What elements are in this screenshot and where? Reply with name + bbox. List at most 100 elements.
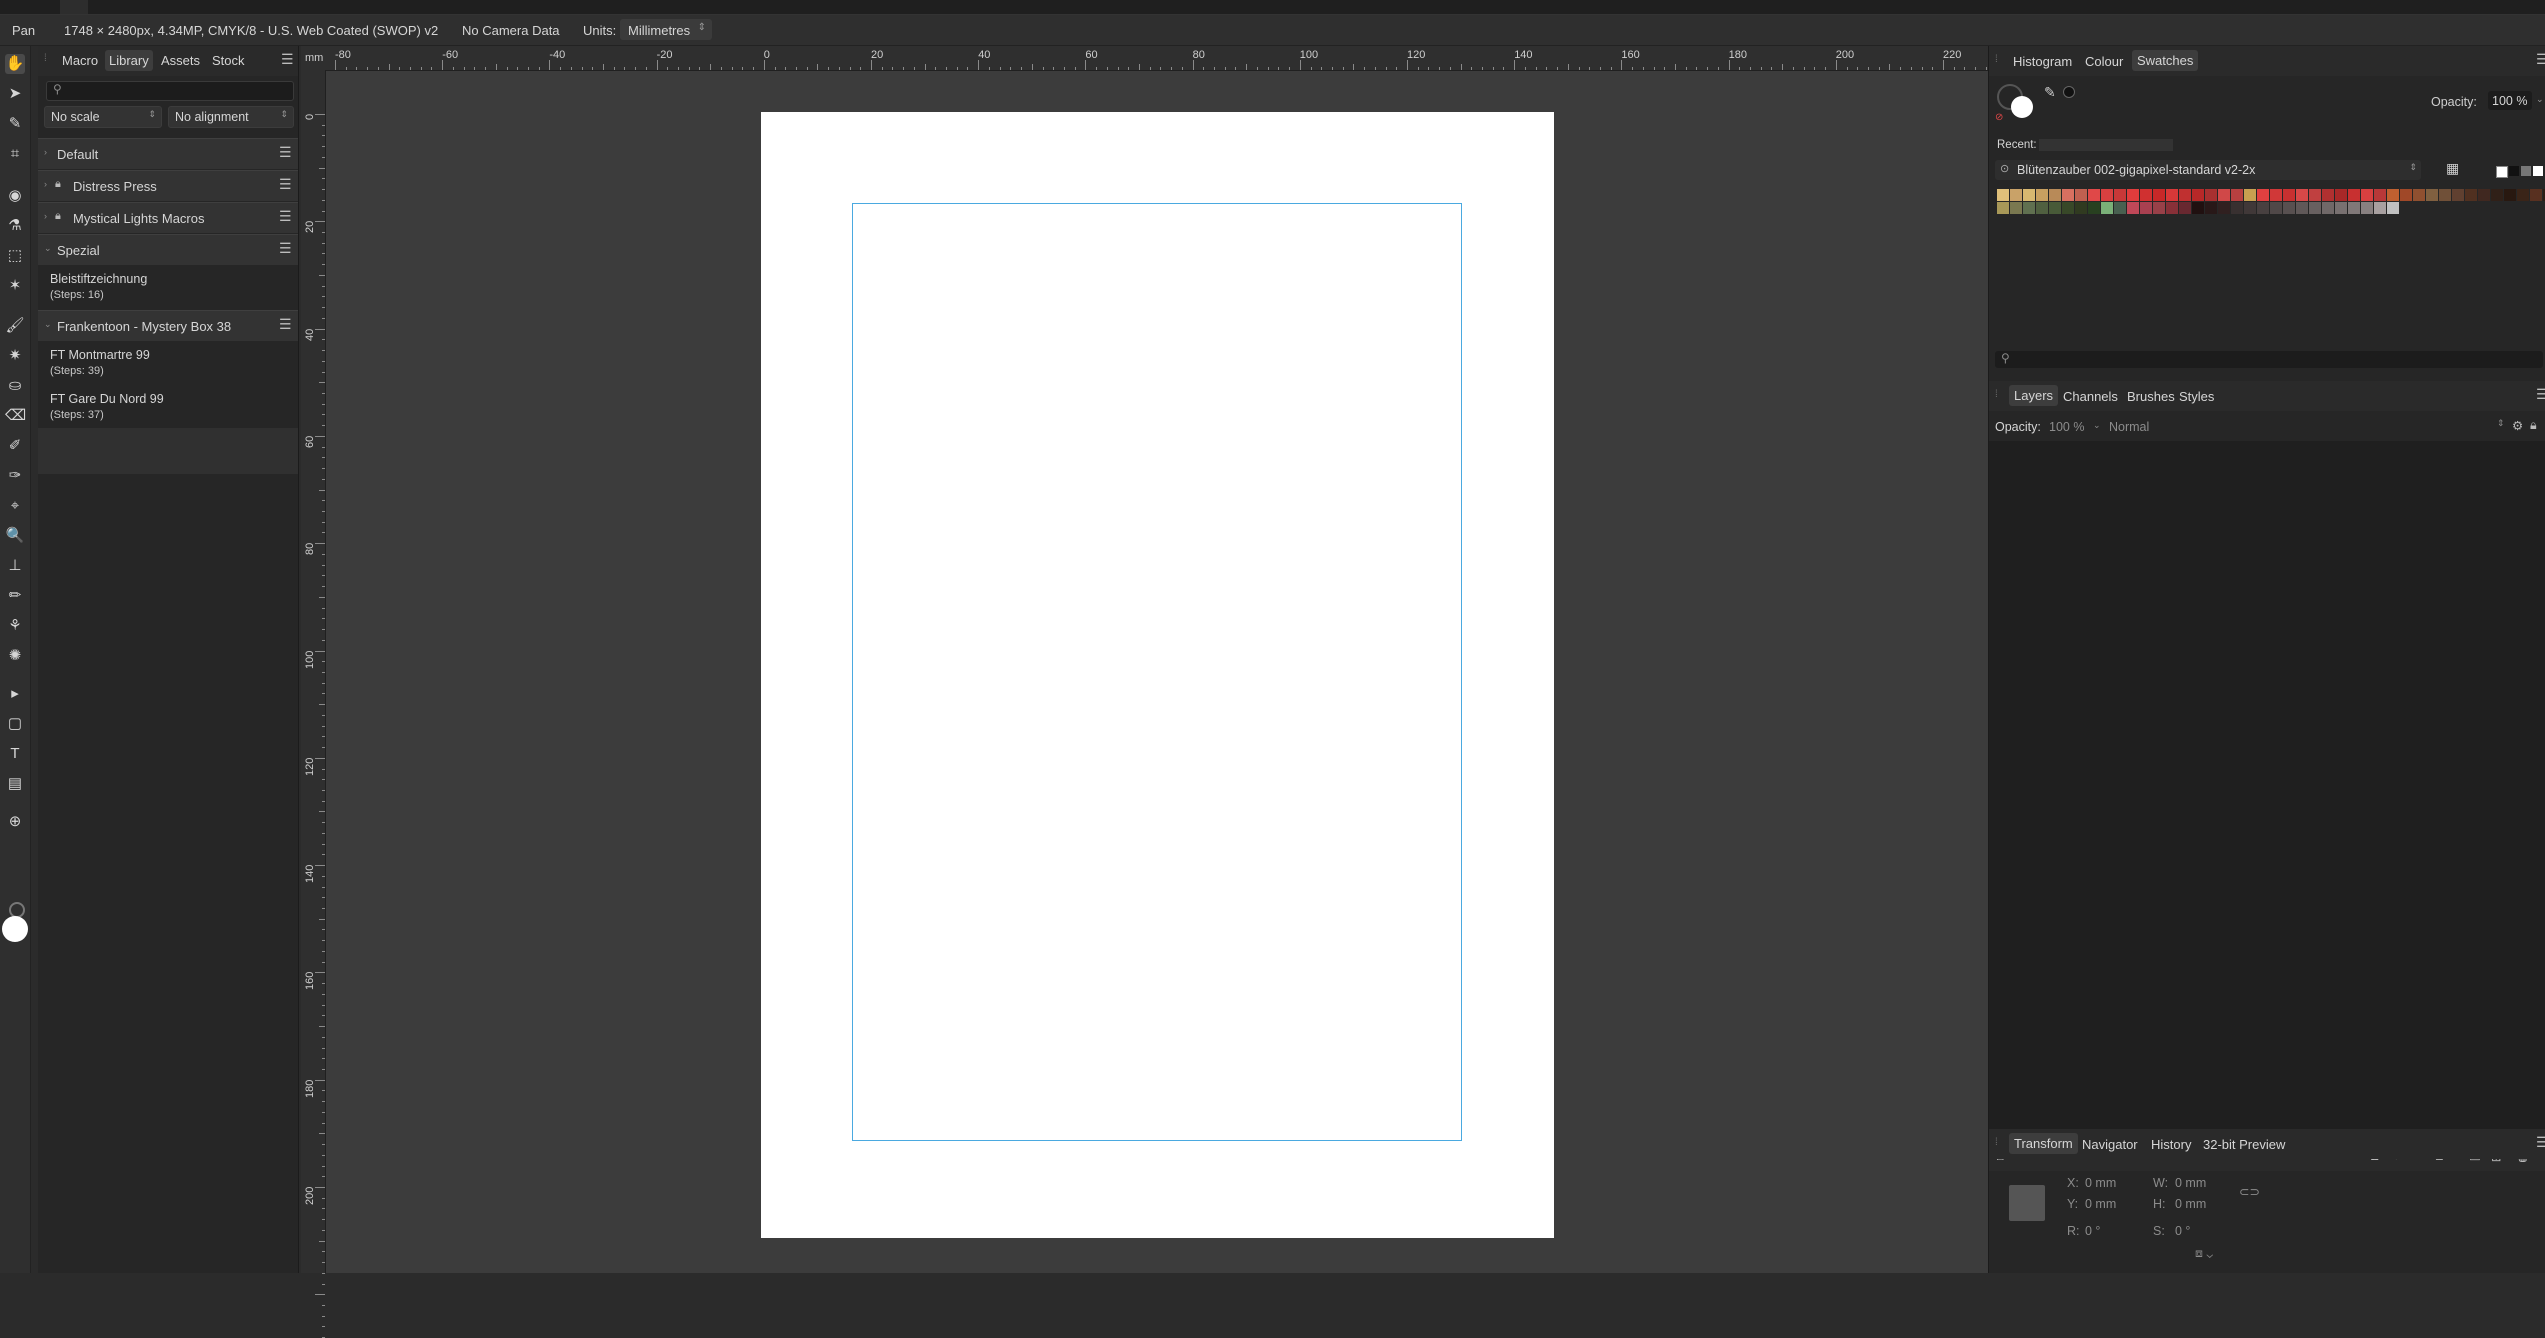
color-swatch[interactable] [2166, 189, 2178, 201]
fill-color-well[interactable] [2011, 96, 2033, 118]
stamp-tool-icon[interactable]: ⊥ [5, 556, 25, 576]
color-swatch[interactable] [2244, 202, 2256, 214]
chevron-down-icon[interactable]: ⌄ [2536, 94, 2544, 105]
h-field[interactable]: 0 mm [2175, 1197, 2206, 1211]
tab-layers[interactable]: Layers [2009, 385, 2059, 406]
node-tool-icon[interactable]: ▸ [5, 684, 25, 704]
gear-icon[interactable]: ⚙ [2512, 418, 2523, 433]
marquee-tool-icon[interactable]: ⬚ [5, 246, 25, 266]
color-swatch[interactable] [2335, 202, 2347, 214]
tab-history[interactable]: History [2151, 1137, 2191, 1152]
color-swatch[interactable] [2166, 202, 2178, 214]
tab-macro[interactable]: Macro [62, 53, 98, 68]
recent-colors-strip[interactable] [2039, 139, 2173, 151]
color-swatch[interactable] [2244, 189, 2256, 201]
color-swatch[interactable] [2101, 189, 2113, 201]
category-frankentoon[interactable]: ⌄ Frankentoon - Mystery Box 38 ☰ [38, 310, 298, 341]
y-field[interactable]: 0 mm [2085, 1197, 2116, 1211]
category-menu-icon[interactable]: ☰ [279, 317, 293, 331]
color-swatch[interactable] [2400, 189, 2412, 201]
gray-swatch[interactable] [2521, 166, 2531, 176]
color-swatch[interactable] [2296, 189, 2308, 201]
color-picker-tool-icon[interactable]: ✎ [5, 114, 25, 134]
color-swatch[interactable] [2257, 202, 2269, 214]
color-swatch[interactable] [2283, 189, 2295, 201]
primary-color-well[interactable] [2, 916, 28, 942]
color-swatch[interactable] [2478, 189, 2490, 201]
color-swatch[interactable] [2179, 202, 2191, 214]
color-swatch[interactable] [2517, 189, 2529, 201]
tab-transform[interactable]: Transform [2009, 1133, 2078, 1154]
category-menu-icon[interactable]: ☰ [279, 241, 293, 255]
anchor-point-selector[interactable] [2009, 1185, 2045, 1221]
white-swatch[interactable] [2533, 166, 2543, 176]
color-swatch[interactable] [2374, 189, 2386, 201]
inpainting-brush-icon[interactable]: ⚘ [5, 616, 25, 636]
layer-opacity-value[interactable]: 100 % [2049, 420, 2084, 434]
color-swatch[interactable] [2491, 189, 2503, 201]
color-swatch[interactable] [2010, 189, 2022, 201]
gradient-tool-icon[interactable]: ✺ [5, 646, 25, 666]
freehand-select-icon[interactable]: ✶ [5, 276, 25, 296]
color-swatch[interactable] [2387, 189, 2399, 201]
category-menu-icon[interactable]: ☰ [279, 209, 293, 223]
color-swatch[interactable] [2309, 202, 2321, 214]
macro-item[interactable]: Bleistiftzeichnung (Steps: 16) [50, 272, 147, 301]
dodge-brush-icon[interactable]: ✐ [5, 436, 25, 456]
x-field[interactable]: 0 mm [2085, 1176, 2116, 1190]
picked-color-swatch[interactable] [2063, 86, 2075, 98]
pixel-tool-icon[interactable]: ✷ [5, 346, 25, 366]
color-swatch[interactable] [2322, 202, 2334, 214]
scale-dropdown[interactable]: No scale ⇕ [44, 106, 162, 128]
clone-brush-icon[interactable]: ⌖ [5, 496, 25, 516]
panel-menu-icon[interactable]: ☰ [281, 52, 295, 66]
color-swatch[interactable] [2257, 189, 2269, 201]
color-swatch[interactable] [2348, 202, 2360, 214]
color-swatch[interactable] [2322, 189, 2334, 201]
color-swatch[interactable] [2010, 202, 2022, 214]
color-swatch[interactable] [2218, 202, 2230, 214]
panel-menu-icon[interactable]: ☰ [2536, 1135, 2545, 1149]
color-swatch[interactable] [2296, 202, 2308, 214]
macro-item[interactable]: FT Gare Du Nord 99 (Steps: 37) [50, 392, 164, 421]
color-swatch[interactable] [2088, 189, 2100, 201]
pan-tool-icon[interactable]: ✋ [5, 54, 25, 74]
swatch-search-input[interactable]: ⚲ [1995, 351, 2543, 368]
color-swatch[interactable] [1997, 189, 2009, 201]
color-swatch[interactable] [2465, 189, 2477, 201]
color-swatch[interactable] [2283, 202, 2295, 214]
color-swatch[interactable] [2140, 189, 2152, 201]
no-color-icon[interactable]: ⊘ [1995, 112, 2003, 123]
color-swatch[interactable] [2348, 189, 2360, 201]
tab-assets[interactable]: Assets [161, 53, 200, 68]
color-swatch[interactable] [2153, 189, 2165, 201]
color-swatch[interactable] [2023, 202, 2035, 214]
color-swatch[interactable] [2231, 202, 2243, 214]
flood-select-icon[interactable]: ⚗ [5, 216, 25, 236]
color-swatch[interactable] [2023, 189, 2035, 201]
color-swatch[interactable] [2218, 189, 2230, 201]
color-swatch[interactable] [2413, 189, 2425, 201]
color-swatch[interactable] [2049, 189, 2061, 201]
color-swatch[interactable] [2361, 189, 2373, 201]
link-aspect-icon[interactable]: ⊂⊃ [2239, 1184, 2260, 1199]
tab-library[interactable]: Library [105, 50, 153, 71]
layers-list[interactable] [1989, 441, 2545, 1141]
color-swatch[interactable] [2127, 189, 2139, 201]
tab-stock[interactable]: Stock [212, 53, 245, 68]
color-swatch[interactable] [2062, 202, 2074, 214]
color-swatch[interactable] [2153, 202, 2165, 214]
alignment-dropdown[interactable]: No alignment ⇕ [168, 106, 294, 128]
color-swatch[interactable] [2114, 189, 2126, 201]
document-tab[interactable] [60, 0, 88, 14]
tab-navigator[interactable]: Navigator [2082, 1137, 2138, 1152]
color-swatch[interactable] [2387, 202, 2399, 214]
tab-swatches[interactable]: Swatches [2132, 50, 2199, 71]
color-swatch[interactable] [2504, 189, 2516, 201]
color-swatch[interactable] [2270, 202, 2282, 214]
tab-colour[interactable]: Colour [2085, 54, 2123, 69]
color-swatch[interactable] [2205, 202, 2217, 214]
color-swatch[interactable] [2192, 202, 2204, 214]
color-swatch[interactable] [2179, 189, 2191, 201]
eyedropper-icon[interactable]: ✎ [2044, 84, 2056, 101]
